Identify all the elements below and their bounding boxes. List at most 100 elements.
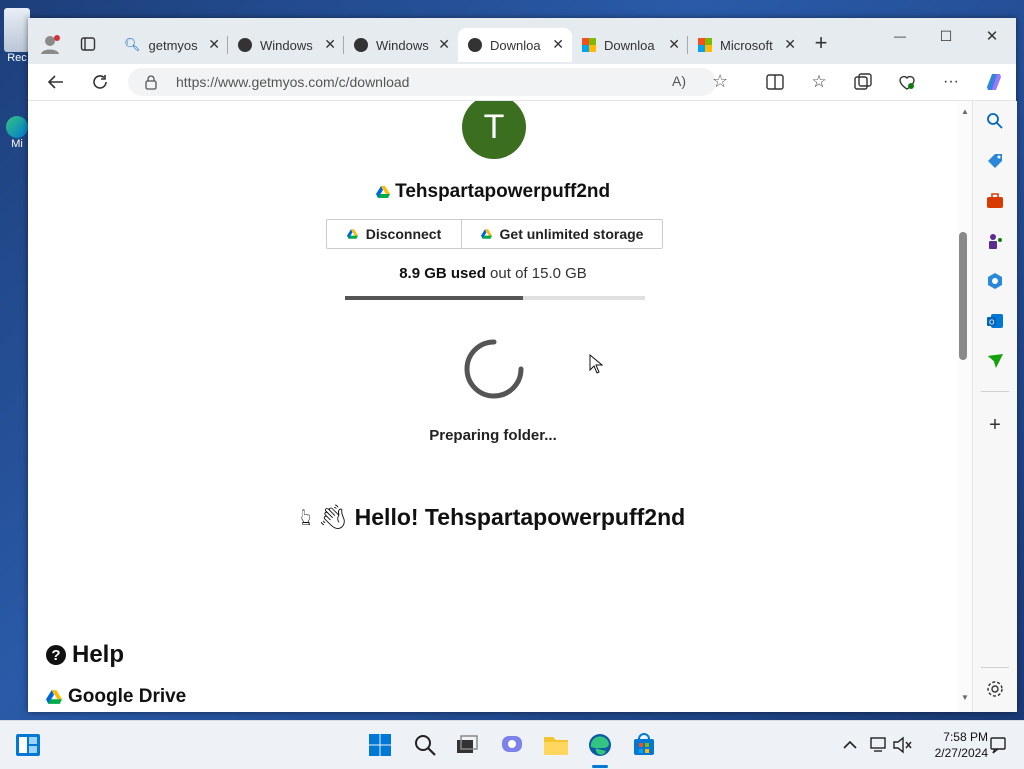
task-view-icon[interactable]	[453, 731, 481, 759]
search-icon: 🔍︎	[124, 37, 141, 52]
close-tab-icon[interactable]: ✕	[208, 36, 220, 53]
tab-getmyos[interactable]: 🔍︎ getmyos ✕	[114, 28, 228, 62]
widgets-icon[interactable]	[14, 731, 42, 759]
read-aloud-icon[interactable]: A)	[672, 73, 686, 89]
close-tab-icon[interactable]: ✕	[784, 36, 796, 53]
copilot-icon[interactable]	[982, 70, 1006, 94]
google-drive-title: Google Drive	[68, 686, 187, 707]
more-options-icon[interactable]: ···	[940, 71, 962, 93]
clock-time: 7:58 PM	[943, 730, 988, 744]
browser-essentials-icon[interactable]	[896, 71, 918, 93]
tab-download-active[interactable]: Downloa ✕	[458, 28, 572, 62]
maximize-button[interactable]: ☐	[934, 24, 958, 48]
storage-used: 8.9 GB used	[399, 265, 486, 282]
lock-icon[interactable]	[144, 74, 158, 93]
favorite-star-icon[interactable]: ☆	[712, 71, 728, 92]
taskbar-search-icon[interactable]	[411, 731, 439, 759]
scroll-up-arrow-icon[interactable]: ▲	[961, 107, 969, 116]
storage-total: out of 15.0 GB	[485, 265, 587, 282]
games-chess-icon[interactable]	[983, 229, 1007, 253]
account-button-group: Disconnect Get unlimited storage	[326, 219, 663, 249]
close-tab-icon[interactable]: ✕	[324, 36, 336, 53]
page-content: T Tehspartapowerpuff2nd Disconnect Get u…	[28, 101, 972, 712]
google-drive-icon	[46, 690, 62, 704]
tab-windows-2[interactable]: Windows ✕	[344, 28, 458, 62]
settings-gear-icon[interactable]	[983, 677, 1007, 701]
avatar: T	[462, 101, 526, 159]
favorites-icon[interactable]: ☆	[808, 71, 830, 93]
scroll-down-arrow-icon[interactable]: ▼	[961, 693, 969, 702]
tab-download-2[interactable]: Downloa ✕	[572, 28, 688, 62]
site-favicon-icon	[354, 38, 368, 52]
address-bar[interactable]: https://www.getmyos.com/c/download A) ☆	[128, 68, 728, 96]
browser-toolbar: https://www.getmyos.com/c/download A) ☆ …	[28, 64, 1016, 101]
edge-sidebar: O +	[972, 101, 1017, 712]
start-windows-icon[interactable]	[366, 731, 394, 759]
show-hidden-icons-chevron-icon[interactable]	[836, 731, 864, 759]
collections-icon[interactable]	[852, 71, 874, 93]
file-explorer-icon[interactable]	[542, 731, 570, 759]
new-tab-button[interactable]: +	[810, 30, 832, 55]
microsoft-logo-icon	[582, 38, 596, 52]
clock-date: 2/27/2024	[934, 746, 988, 760]
minimize-button[interactable]: —	[888, 24, 912, 48]
close-window-button[interactable]: ✕	[980, 24, 1004, 48]
mouse-cursor-icon	[589, 353, 604, 379]
teams-chat-icon[interactable]	[498, 731, 526, 759]
storage-progress-fill	[345, 296, 523, 300]
close-tab-icon[interactable]: ✕	[552, 36, 564, 53]
add-sidebar-app-icon[interactable]: +	[983, 413, 1007, 437]
site-favicon-icon	[238, 38, 252, 52]
edge-browser-icon[interactable]	[586, 731, 614, 759]
help-title: Help	[72, 641, 125, 668]
google-drive-icon	[375, 185, 390, 198]
google-drive-heading: Google Drive	[46, 686, 186, 708]
tab-microsoft[interactable]: Microsoft ✕	[688, 28, 804, 62]
close-tab-icon[interactable]: ✕	[668, 36, 680, 53]
question-circle-icon: ?	[46, 645, 66, 665]
microsoft-365-icon[interactable]	[983, 269, 1007, 293]
taskbar: 7:58 PM 2/27/2024	[0, 720, 1024, 769]
url-text: https://www.getmyos.com/c/download	[176, 74, 410, 90]
tab-label: getmyos	[148, 37, 198, 53]
refresh-icon[interactable]	[88, 70, 112, 94]
shopping-tag-icon[interactable]	[983, 149, 1007, 173]
unlimited-storage-button[interactable]: Get unlimited storage	[462, 220, 662, 248]
page-scrollbar[interactable]: ▲ ▼	[958, 101, 972, 712]
tab-label: Windows	[260, 37, 313, 53]
tab-label: Downloa	[604, 37, 655, 53]
back-arrow-icon[interactable]	[44, 70, 68, 94]
greeting-text: Hello! Tehspartapowerpuff2nd	[354, 504, 686, 530]
tab-label: Downloa	[490, 37, 541, 53]
split-screen-icon[interactable]	[764, 71, 786, 93]
disconnect-button[interactable]: Disconnect	[327, 220, 462, 248]
sidebar-search-icon[interactable]	[983, 109, 1007, 133]
tools-briefcase-icon[interactable]	[983, 189, 1007, 213]
profile-icon[interactable]	[38, 32, 62, 56]
help-heading: ? Help	[46, 641, 124, 669]
sidebar-divider	[981, 391, 1009, 392]
site-favicon-icon	[468, 38, 482, 52]
recycle-bin-label: Rec	[7, 52, 27, 64]
close-tab-icon[interactable]: ✕	[438, 36, 450, 53]
account-name-row: Tehspartapowerpuff2nd	[28, 181, 958, 203]
unlimited-storage-label: Get unlimited storage	[499, 226, 644, 242]
edge-shortcut-label: Mi	[11, 138, 23, 150]
tab-actions-icon[interactable]	[78, 34, 98, 54]
disconnect-label: Disconnect	[365, 226, 442, 242]
outlook-icon[interactable]: O	[983, 309, 1007, 333]
storage-usage-text: 8.9 GB used out of 15.0 GB	[28, 265, 958, 282]
notifications-icon[interactable]	[984, 731, 1012, 759]
tab-windows-1[interactable]: Windows ✕	[228, 28, 344, 62]
svg-text:O: O	[989, 319, 995, 327]
send-paper-plane-icon[interactable]	[983, 349, 1007, 373]
preparing-status: Preparing folder...	[429, 427, 557, 444]
volume-muted-icon[interactable]	[888, 731, 916, 759]
google-drive-icon	[346, 229, 358, 239]
microsoft-store-icon[interactable]	[630, 731, 658, 759]
system-clock[interactable]: 7:58 PM 2/27/2024	[918, 729, 988, 761]
loading-spinner	[464, 339, 524, 399]
microsoft-logo-icon	[698, 38, 712, 52]
storage-progress-bar	[345, 296, 645, 300]
scrollbar-thumb[interactable]	[959, 232, 967, 360]
